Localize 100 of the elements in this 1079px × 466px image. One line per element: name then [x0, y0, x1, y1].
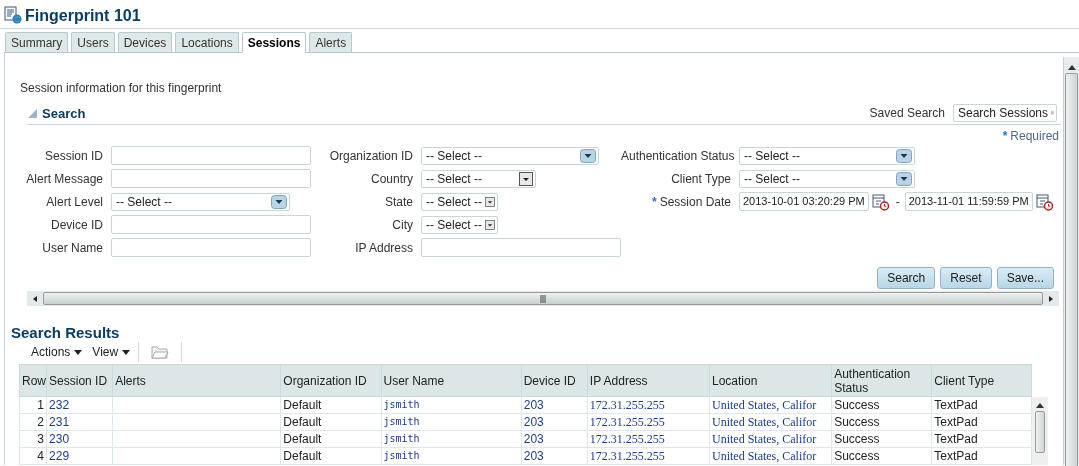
- required-note: Required: [1010, 129, 1059, 143]
- date-field[interactable]: 2013-11-01 11:59:59 PM: [904, 192, 1033, 211]
- table-cell: Default: [280, 396, 381, 414]
- form-button[interactable]: Reset: [940, 267, 992, 289]
- required-asterisk: *: [651, 194, 657, 209]
- caret-icon: [122, 349, 131, 355]
- table-cell: 229: [46, 447, 113, 465]
- table-cell: 232: [46, 396, 113, 414]
- horizontal-scrollbar[interactable]: [27, 291, 1059, 306]
- required-asterisk: *: [1002, 129, 1008, 143]
- column-header[interactable]: Authentication Status: [831, 364, 932, 397]
- input-field[interactable]: [111, 146, 311, 165]
- input-field[interactable]: [111, 238, 311, 257]
- table-cell: jsmith: [381, 396, 522, 414]
- select-field[interactable]: -- Select --: [421, 169, 536, 188]
- select-field[interactable]: -- Select --: [739, 169, 915, 188]
- form-button[interactable]: Save...: [996, 267, 1054, 289]
- scroll-thumb[interactable]: [1035, 410, 1045, 453]
- table-cell: Default: [280, 413, 381, 431]
- table-cell: 172.31.255.255: [587, 413, 710, 431]
- fingerprint-page-icon: [4, 6, 22, 24]
- table-cell: jsmith: [381, 413, 522, 431]
- column-header[interactable]: Alerts: [112, 364, 281, 397]
- table-cell: 203: [521, 413, 588, 431]
- field-label: Device ID: [51, 217, 103, 232]
- expanded-triangle-icon[interactable]: [27, 108, 37, 118]
- field-label: State: [384, 194, 413, 209]
- table-cell: 230: [46, 430, 113, 448]
- input-field[interactable]: [111, 215, 311, 234]
- date-separator: -: [895, 194, 900, 209]
- date-field[interactable]: 2013-10-01 03:20:29 PM: [739, 192, 869, 211]
- input-field[interactable]: [421, 238, 621, 257]
- field-label: User Name: [42, 240, 103, 255]
- field-label: Organization ID: [329, 148, 413, 163]
- toolbar-menu[interactable]: View: [90, 345, 133, 359]
- calendar-clock-icon[interactable]: [1035, 192, 1054, 211]
- column-header[interactable]: Organization ID: [280, 364, 381, 397]
- tab[interactable]: Users: [71, 32, 115, 52]
- grip-icon: [540, 294, 546, 303]
- table-cell: TextPad: [931, 396, 1032, 414]
- up-arrow-icon[interactable]: [1067, 64, 1076, 70]
- field-label: Authentication Status: [621, 148, 735, 163]
- results-title: Search Results: [11, 324, 121, 342]
- up-arrow-icon[interactable]: [1036, 401, 1045, 408]
- table-cell: 172.31.255.255: [587, 430, 710, 448]
- field-label: Session Date: [659, 194, 731, 209]
- form-button[interactable]: Search: [877, 267, 936, 289]
- select-field[interactable]: -- Select --: [111, 192, 290, 211]
- right-arrow-icon[interactable]: [1047, 294, 1055, 303]
- column-header[interactable]: User Name: [381, 364, 522, 397]
- table-cell: United States, Califor: [709, 430, 832, 448]
- select-field[interactable]: -- Select --: [739, 146, 915, 165]
- select-field[interactable]: -- Select --: [421, 192, 498, 211]
- folder-icon[interactable]: [151, 345, 170, 359]
- field-label: Alert Message: [26, 171, 103, 186]
- table-cell: TextPad: [931, 413, 1032, 431]
- table-cell: Default: [280, 430, 381, 448]
- scroll-thumb[interactable]: [43, 292, 1043, 305]
- left-arrow-icon[interactable]: [31, 294, 39, 303]
- table-cell: 3: [19, 430, 47, 448]
- table-cell: Success: [831, 413, 932, 431]
- tab[interactable]: Sessions: [241, 32, 307, 53]
- field-label: Alert Level: [46, 194, 103, 209]
- page-title: Fingerprint 101: [25, 7, 141, 25]
- select-field[interactable]: -- Select --: [421, 146, 599, 165]
- select-field[interactable]: -- Select --: [421, 215, 498, 234]
- field-label: IP Address: [355, 240, 413, 255]
- scroll-thumb[interactable]: [1065, 73, 1078, 466]
- column-header[interactable]: Row: [19, 364, 47, 397]
- calendar-clock-icon[interactable]: [871, 192, 890, 211]
- table-cell: 203: [521, 430, 588, 448]
- table-cell: jsmith: [381, 447, 522, 465]
- table-cell: TextPad: [931, 430, 1032, 448]
- tab[interactable]: Summary: [5, 32, 69, 52]
- table-cell: 2: [19, 413, 47, 431]
- table-cell: United States, Califor: [709, 447, 832, 465]
- field-label: Country: [370, 171, 413, 186]
- field-label: Client Type: [671, 171, 731, 186]
- column-header[interactable]: Device ID: [521, 364, 588, 397]
- input-field[interactable]: [111, 169, 311, 188]
- column-header[interactable]: Session ID: [46, 364, 113, 397]
- table-cell: 203: [521, 396, 588, 414]
- tab[interactable]: Devices: [117, 32, 173, 52]
- column-header[interactable]: Location: [709, 364, 832, 397]
- saved-search-select[interactable]: Search Sessions: [953, 104, 1057, 122]
- table-cell: TextPad: [931, 447, 1032, 465]
- toolbar-menu[interactable]: Actions: [29, 345, 85, 359]
- table-cell: Default: [280, 447, 381, 465]
- table-cell: 172.31.255.255: [587, 396, 710, 414]
- tab[interactable]: Locations: [175, 32, 239, 52]
- table-cell: 4: [19, 447, 47, 465]
- table-cell: 231: [46, 413, 113, 431]
- tab[interactable]: Alerts: [309, 32, 353, 52]
- column-header[interactable]: IP Address: [587, 364, 710, 397]
- field-label: Session ID: [44, 148, 103, 163]
- vertical-scrollbar[interactable]: [1063, 57, 1079, 465]
- intro-text: Session information for this fingerprint: [20, 81, 223, 95]
- field-label: City: [392, 217, 413, 232]
- column-header[interactable]: Client Type: [931, 364, 1032, 397]
- caret-icon: [74, 349, 83, 355]
